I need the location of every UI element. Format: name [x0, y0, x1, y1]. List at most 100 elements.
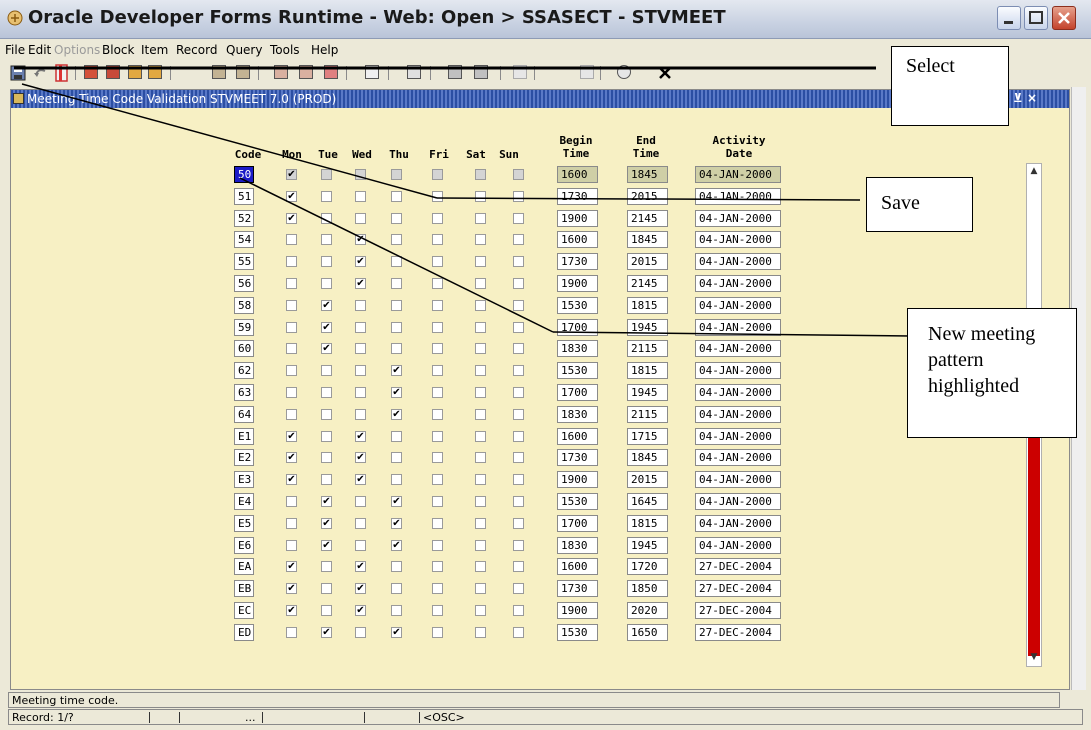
activity-date-field[interactable]: 04-JAN-2000 [695, 297, 781, 314]
fri-checkbox[interactable] [432, 234, 443, 245]
fri-checkbox[interactable] [432, 322, 443, 333]
fri-checkbox[interactable] [432, 256, 443, 267]
thu-checkbox[interactable]: ✔ [391, 387, 402, 398]
activity-date-field[interactable]: 04-JAN-2000 [695, 406, 781, 423]
rollback-icon[interactable] [32, 65, 48, 81]
end-time-field[interactable]: 2015 [627, 253, 668, 270]
sat-checkbox[interactable] [475, 627, 486, 638]
execute-query-icon[interactable] [299, 65, 313, 79]
sat-checkbox[interactable] [475, 496, 486, 507]
sun-checkbox[interactable] [513, 583, 524, 594]
mon-checkbox[interactable]: ✔ [286, 169, 297, 180]
sat-checkbox[interactable] [475, 322, 486, 333]
sun-checkbox[interactable] [513, 409, 524, 420]
tue-checkbox[interactable]: ✔ [321, 496, 332, 507]
help-icon[interactable] [407, 65, 421, 79]
menu-tools[interactable]: Tools [270, 43, 300, 57]
thu-checkbox[interactable] [391, 431, 402, 442]
end-time-field[interactable]: 1815 [627, 362, 668, 379]
code-field[interactable]: E5 [234, 515, 254, 532]
wed-checkbox[interactable]: ✔ [355, 583, 366, 594]
activity-date-field[interactable]: 04-JAN-2000 [695, 166, 781, 183]
tue-checkbox[interactable]: ✔ [321, 540, 332, 551]
sat-checkbox[interactable] [475, 213, 486, 224]
maximize-button[interactable] [1024, 6, 1048, 30]
activity-date-field[interactable]: 04-JAN-2000 [695, 493, 781, 510]
fri-checkbox[interactable] [432, 343, 443, 354]
end-time-field[interactable]: 1815 [627, 297, 668, 314]
wed-checkbox[interactable] [355, 213, 366, 224]
sun-checkbox[interactable] [513, 278, 524, 289]
fri-checkbox[interactable] [432, 452, 443, 463]
sun-checkbox[interactable] [513, 518, 524, 529]
begin-time-field[interactable]: 1600 [557, 558, 598, 575]
thu-checkbox[interactable] [391, 300, 402, 311]
sat-checkbox[interactable] [475, 474, 486, 485]
save-icon[interactable] [10, 65, 26, 81]
sun-checkbox[interactable] [513, 365, 524, 376]
code-field[interactable]: EC [234, 602, 254, 619]
code-field[interactable]: EA [234, 558, 254, 575]
sat-checkbox[interactable] [475, 387, 486, 398]
sat-checkbox[interactable] [475, 409, 486, 420]
thu-checkbox[interactable] [391, 605, 402, 616]
thu-checkbox[interactable] [391, 343, 402, 354]
activity-date-field[interactable]: 04-JAN-2000 [695, 210, 781, 227]
thu-checkbox[interactable] [391, 278, 402, 289]
fri-checkbox[interactable] [432, 561, 443, 572]
thu-checkbox[interactable]: ✔ [391, 627, 402, 638]
fri-checkbox[interactable] [432, 583, 443, 594]
begin-time-field[interactable]: 1600 [557, 166, 598, 183]
sun-checkbox[interactable] [513, 627, 524, 638]
fri-checkbox[interactable] [432, 387, 443, 398]
code-field[interactable]: 59 [234, 319, 254, 336]
mon-checkbox[interactable]: ✔ [286, 561, 297, 572]
sun-checkbox[interactable] [513, 343, 524, 354]
code-field[interactable]: 54 [234, 231, 254, 248]
code-field[interactable]: EB [234, 580, 254, 597]
begin-time-field[interactable]: 1900 [557, 602, 598, 619]
begin-time-field[interactable]: 1700 [557, 515, 598, 532]
tue-checkbox[interactable] [321, 191, 332, 202]
thu-checkbox[interactable] [391, 561, 402, 572]
sat-checkbox[interactable] [475, 234, 486, 245]
fri-checkbox[interactable] [432, 496, 443, 507]
wed-checkbox[interactable] [355, 540, 366, 551]
begin-time-field[interactable]: 1830 [557, 537, 598, 554]
end-time-field[interactable]: 1850 [627, 580, 668, 597]
wed-checkbox[interactable] [355, 365, 366, 376]
insert-record-icon[interactable] [84, 65, 98, 79]
fri-checkbox[interactable] [432, 169, 443, 180]
code-field[interactable]: 64 [234, 406, 254, 423]
thu-checkbox[interactable] [391, 234, 402, 245]
end-time-field[interactable]: 1945 [627, 537, 668, 554]
fri-checkbox[interactable] [432, 627, 443, 638]
begin-time-field[interactable]: 1730 [557, 449, 598, 466]
speaker-icon[interactable] [513, 65, 527, 79]
sun-checkbox[interactable] [513, 496, 524, 507]
code-field[interactable]: 55 [234, 253, 254, 270]
end-time-field[interactable]: 1645 [627, 493, 668, 510]
sat-checkbox[interactable] [475, 300, 486, 311]
wed-checkbox[interactable]: ✔ [355, 431, 366, 442]
wed-checkbox[interactable] [355, 300, 366, 311]
tue-checkbox[interactable] [321, 256, 332, 267]
tue-checkbox[interactable] [321, 409, 332, 420]
sat-checkbox[interactable] [475, 518, 486, 529]
begin-time-field[interactable]: 1700 [557, 319, 598, 336]
fri-checkbox[interactable] [432, 365, 443, 376]
wed-checkbox[interactable] [355, 343, 366, 354]
begin-time-field[interactable]: 1600 [557, 428, 598, 445]
begin-time-field[interactable]: 1530 [557, 624, 598, 641]
begin-time-field[interactable]: 1530 [557, 297, 598, 314]
fri-checkbox[interactable] [432, 300, 443, 311]
tue-checkbox[interactable] [321, 474, 332, 485]
code-field[interactable]: E2 [234, 449, 254, 466]
activity-date-field[interactable]: 04-JAN-2000 [695, 471, 781, 488]
begin-time-field[interactable]: 1730 [557, 188, 598, 205]
end-time-field[interactable]: 1945 [627, 319, 668, 336]
close-button[interactable] [1052, 6, 1076, 30]
thu-checkbox[interactable]: ✔ [391, 409, 402, 420]
end-time-field[interactable]: 1845 [627, 166, 668, 183]
thu-checkbox[interactable] [391, 256, 402, 267]
